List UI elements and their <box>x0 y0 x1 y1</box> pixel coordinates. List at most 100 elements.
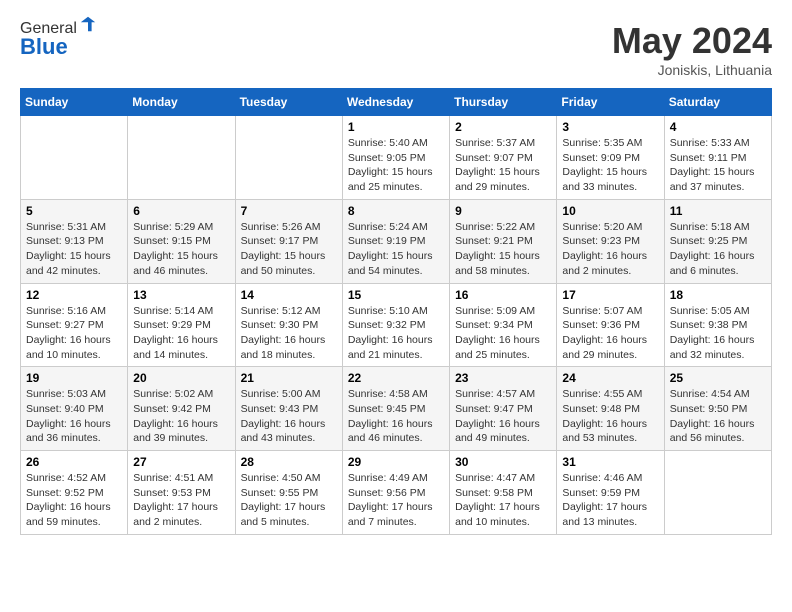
day-info: Sunrise: 5:03 AM Sunset: 9:40 PM Dayligh… <box>26 387 122 446</box>
calendar-cell: 24Sunrise: 4:55 AM Sunset: 9:48 PM Dayli… <box>557 367 664 451</box>
day-info: Sunrise: 5:18 AM Sunset: 9:25 PM Dayligh… <box>670 220 766 279</box>
day-info: Sunrise: 4:49 AM Sunset: 9:56 PM Dayligh… <box>348 471 444 530</box>
calendar-cell: 27Sunrise: 4:51 AM Sunset: 9:53 PM Dayli… <box>128 451 235 535</box>
day-info: Sunrise: 4:50 AM Sunset: 9:55 PM Dayligh… <box>241 471 337 530</box>
calendar-cell: 25 Sunrise: 4:54 AM Sunset: 9:50 PM Dayli… <box>664 367 771 451</box>
day-info: Sunrise: 5:02 AM Sunset: 9:42 PM Dayligh… <box>133 387 229 446</box>
day-number: 18 <box>670 288 766 302</box>
day-info: Sunrise: 5:29 AM Sunset: 9:15 PM Dayligh… <box>133 220 229 279</box>
weekday-header-row: SundayMondayTuesdayWednesdayThursdayFrid… <box>21 89 772 116</box>
day-number: 14 <box>241 288 337 302</box>
calendar-table: SundayMondayTuesdayWednesdayThursdayFrid… <box>20 88 772 535</box>
day-number: 8 <box>348 204 444 218</box>
calendar-cell <box>235 116 342 200</box>
day-info: Sunrise: 5:07 AM Sunset: 9:36 PM Dayligh… <box>562 304 658 363</box>
calendar-week-row: 12 Sunrise: 5:16 AM Sunset: 9:27 PM Dayli… <box>21 283 772 367</box>
calendar-cell: 31 Sunrise: 4:46 AM Sunset: 9:59 PM Dayli… <box>557 451 664 535</box>
calendar-cell: 2 Sunrise: 5:37 AM Sunset: 9:07 PM Daylig… <box>450 116 557 200</box>
day-number: 4 <box>670 120 766 134</box>
calendar-cell: 18 Sunrise: 5:05 AM Sunset: 9:38 PM Dayli… <box>664 283 771 367</box>
day-number: 12 <box>26 288 122 302</box>
calendar-cell: 13 Sunrise: 5:14 AM Sunset: 9:29 PM Dayli… <box>128 283 235 367</box>
day-info: Sunrise: 5:33 AM Sunset: 9:11 PM Dayligh… <box>670 136 766 195</box>
day-number: 13 <box>133 288 229 302</box>
day-number: 26 <box>26 455 122 469</box>
day-number: 16 <box>455 288 551 302</box>
day-number: 24 <box>562 371 658 385</box>
day-number: 1 <box>348 120 444 134</box>
day-info: Sunrise: 5:22 AM Sunset: 9:21 PM Dayligh… <box>455 220 551 279</box>
weekday-header-thursday: Thursday <box>450 89 557 116</box>
logo-blue-text: Blue <box>20 34 97 60</box>
day-number: 2 <box>455 120 551 134</box>
calendar-cell <box>128 116 235 200</box>
calendar-cell: 26 Sunrise: 4:52 AM Sunset: 9:52 PM Dayli… <box>21 451 128 535</box>
calendar-week-row: 1 Sunrise: 5:40 AM Sunset: 9:05 PM Daylig… <box>21 116 772 200</box>
day-number: 31 <box>562 455 658 469</box>
day-number: 30 <box>455 455 551 469</box>
weekday-header-saturday: Saturday <box>664 89 771 116</box>
day-info: Sunrise: 5:40 AM Sunset: 9:05 PM Dayligh… <box>348 136 444 195</box>
day-number: 10 <box>562 204 658 218</box>
day-number: 7 <box>241 204 337 218</box>
month-title: May 2024 <box>612 20 772 62</box>
day-info: Sunrise: 5:10 AM Sunset: 9:32 PM Dayligh… <box>348 304 444 363</box>
day-info: Sunrise: 4:58 AM Sunset: 9:45 PM Dayligh… <box>348 387 444 446</box>
day-number: 3 <box>562 120 658 134</box>
day-info: Sunrise: 4:46 AM Sunset: 9:59 PM Dayligh… <box>562 471 658 530</box>
day-info: Sunrise: 5:35 AM Sunset: 9:09 PM Dayligh… <box>562 136 658 195</box>
day-info: Sunrise: 5:24 AM Sunset: 9:19 PM Dayligh… <box>348 220 444 279</box>
calendar-cell: 23Sunrise: 4:57 AM Sunset: 9:47 PM Dayli… <box>450 367 557 451</box>
calendar-cell: 19 Sunrise: 5:03 AM Sunset: 9:40 PM Dayli… <box>21 367 128 451</box>
calendar-cell <box>664 451 771 535</box>
day-number: 22 <box>348 371 444 385</box>
calendar-cell: 7Sunrise: 5:26 AM Sunset: 9:17 PM Daylig… <box>235 199 342 283</box>
day-number: 6 <box>133 204 229 218</box>
logo: General Blue <box>20 20 97 60</box>
day-number: 15 <box>348 288 444 302</box>
calendar-week-row: 19 Sunrise: 5:03 AM Sunset: 9:40 PM Dayli… <box>21 367 772 451</box>
calendar-cell: 21Sunrise: 5:00 AM Sunset: 9:43 PM Dayli… <box>235 367 342 451</box>
weekday-header-sunday: Sunday <box>21 89 128 116</box>
title-block: May 2024 Joniskis, Lithuania <box>612 20 772 78</box>
day-info: Sunrise: 5:09 AM Sunset: 9:34 PM Dayligh… <box>455 304 551 363</box>
day-info: Sunrise: 5:20 AM Sunset: 9:23 PM Dayligh… <box>562 220 658 279</box>
day-info: Sunrise: 4:47 AM Sunset: 9:58 PM Dayligh… <box>455 471 551 530</box>
day-info: Sunrise: 5:16 AM Sunset: 9:27 PM Dayligh… <box>26 304 122 363</box>
logo-flag-icon <box>79 15 97 33</box>
calendar-cell: 8 Sunrise: 5:24 AM Sunset: 9:19 PM Daylig… <box>342 199 449 283</box>
day-info: Sunrise: 4:52 AM Sunset: 9:52 PM Dayligh… <box>26 471 122 530</box>
day-number: 5 <box>26 204 122 218</box>
calendar-cell: 20 Sunrise: 5:02 AM Sunset: 9:42 PM Dayli… <box>128 367 235 451</box>
calendar-cell: 10 Sunrise: 5:20 AM Sunset: 9:23 PM Dayli… <box>557 199 664 283</box>
weekday-header-monday: Monday <box>128 89 235 116</box>
calendar-cell: 29 Sunrise: 4:49 AM Sunset: 9:56 PM Dayli… <box>342 451 449 535</box>
calendar-cell: 3 Sunrise: 5:35 AM Sunset: 9:09 PM Daylig… <box>557 116 664 200</box>
calendar-cell: 15 Sunrise: 5:10 AM Sunset: 9:32 PM Dayli… <box>342 283 449 367</box>
day-number: 19 <box>26 371 122 385</box>
calendar-cell: 28Sunrise: 4:50 AM Sunset: 9:55 PM Dayli… <box>235 451 342 535</box>
calendar-cell: 6 Sunrise: 5:29 AM Sunset: 9:15 PM Daylig… <box>128 199 235 283</box>
calendar-cell: 1 Sunrise: 5:40 AM Sunset: 9:05 PM Daylig… <box>342 116 449 200</box>
day-number: 29 <box>348 455 444 469</box>
day-number: 20 <box>133 371 229 385</box>
calendar-cell: 5 Sunrise: 5:31 AM Sunset: 9:13 PM Daylig… <box>21 199 128 283</box>
calendar-week-row: 5 Sunrise: 5:31 AM Sunset: 9:13 PM Daylig… <box>21 199 772 283</box>
day-info: Sunrise: 5:31 AM Sunset: 9:13 PM Dayligh… <box>26 220 122 279</box>
calendar-cell: 4 Sunrise: 5:33 AM Sunset: 9:11 PM Daylig… <box>664 116 771 200</box>
day-info: Sunrise: 5:05 AM Sunset: 9:38 PM Dayligh… <box>670 304 766 363</box>
day-info: Sunrise: 4:57 AM Sunset: 9:47 PM Dayligh… <box>455 387 551 446</box>
weekday-header-tuesday: Tuesday <box>235 89 342 116</box>
calendar-cell: 16 Sunrise: 5:09 AM Sunset: 9:34 PM Dayli… <box>450 283 557 367</box>
day-info: Sunrise: 5:14 AM Sunset: 9:29 PM Dayligh… <box>133 304 229 363</box>
day-number: 9 <box>455 204 551 218</box>
day-info: Sunrise: 5:00 AM Sunset: 9:43 PM Dayligh… <box>241 387 337 446</box>
day-info: Sunrise: 4:51 AM Sunset: 9:53 PM Dayligh… <box>133 471 229 530</box>
day-number: 25 <box>670 371 766 385</box>
calendar-body: 1 Sunrise: 5:40 AM Sunset: 9:05 PM Daylig… <box>21 116 772 535</box>
calendar-header: SundayMondayTuesdayWednesdayThursdayFrid… <box>21 89 772 116</box>
day-info: Sunrise: 4:54 AM Sunset: 9:50 PM Dayligh… <box>670 387 766 446</box>
day-info: Sunrise: 5:37 AM Sunset: 9:07 PM Dayligh… <box>455 136 551 195</box>
day-info: Sunrise: 5:12 AM Sunset: 9:30 PM Dayligh… <box>241 304 337 363</box>
page-header: General Blue May 2024 Joniskis, Lithuani… <box>20 20 772 78</box>
